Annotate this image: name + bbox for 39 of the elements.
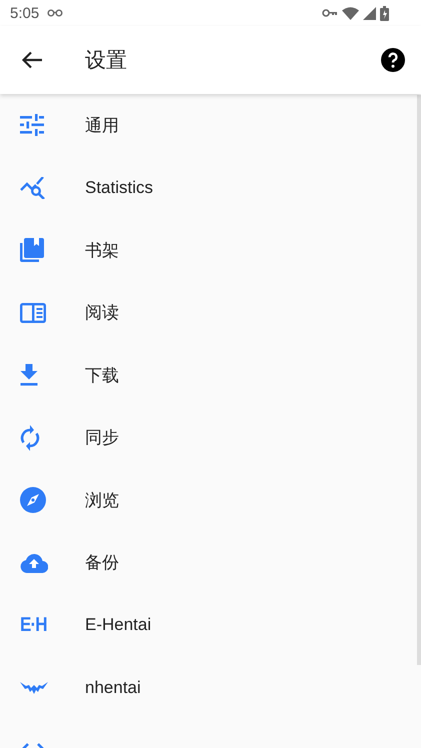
item-label: 备份 [85,552,119,574]
sync-icon [20,424,40,451]
item-label: 通用 [85,114,119,137]
item-label: E-Hentai [85,615,152,636]
chart-search-icon [20,176,46,199]
logo-icon: E·H [20,614,47,637]
signal-icon [363,6,376,20]
item-label: Statistics [85,178,154,198]
cloud-upload-icon [20,552,48,573]
settings-item[interactable]: 下载 [0,344,421,406]
item-label: nhentai [85,678,141,698]
item-label: 书架 [85,240,119,262]
settings-item[interactable]: 同步 [0,406,421,469]
item-label: 同步 [85,427,119,450]
settings-item[interactable]: 阅读 [0,282,421,344]
item-label: 下载 [85,364,119,387]
wifi-icon [342,6,359,20]
sliders-icon [20,114,44,136]
item-label: 阅读 [85,302,119,324]
battery-icon [380,6,389,20]
glasses-icon [47,9,64,17]
book-icon [20,302,46,323]
settings-item[interactable]: 通用 [0,94,421,156]
settings-item[interactable]: 备份 [0,532,421,594]
bat-wings-icon [20,680,48,696]
help-icon[interactable] [381,48,405,72]
settings-item[interactable]: nhentai [0,656,421,719]
screen-title: 设置 [85,47,127,74]
settings-item[interactable]: E·H E-Hentai [0,594,421,656]
back-icon[interactable] [21,51,43,69]
settings-item[interactable]: 浏览 [0,469,421,532]
settings-item[interactable]: Statistics [0,156,421,219]
library-icon [20,238,44,262]
settings-item[interactable]: 书架 [0,219,421,282]
status-time: 5:05 [10,4,40,22]
key-icon [322,9,338,17]
item-label: 浏览 [85,490,119,512]
compass-icon [20,487,46,514]
download-icon [20,364,38,386]
